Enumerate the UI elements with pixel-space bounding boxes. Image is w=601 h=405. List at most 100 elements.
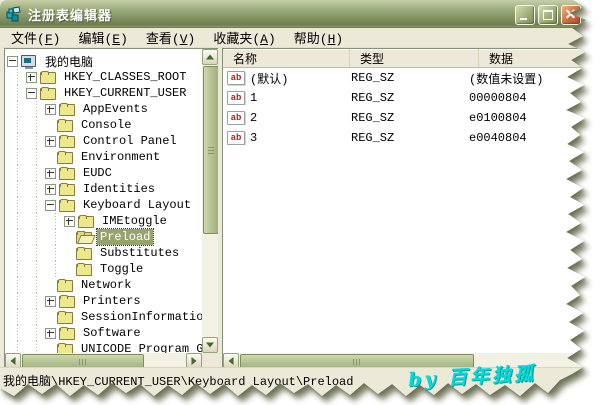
- column-header-type[interactable]: 类型: [350, 49, 479, 67]
- tree-item-label[interactable]: Substitutes: [97, 245, 182, 261]
- tree-vertical-scrollbar[interactable]: [202, 49, 219, 353]
- value-name-cell[interactable]: ab 3: [223, 131, 339, 145]
- tree-item[interactable]: IMEtoggle: [5, 213, 202, 229]
- tree-item[interactable]: HKEY_CLASSES_ROOT: [5, 69, 202, 85]
- value-name-cell[interactable]: ab 1: [223, 91, 339, 105]
- tree-item-label[interactable]: Console: [78, 117, 134, 133]
- status-path: 我的电脑\HKEY_CURRENT_USER\Keyboard Layout\P…: [3, 375, 353, 389]
- expand-plus-icon[interactable]: [45, 296, 56, 307]
- tree-item-label[interactable]: Keyboard Layout: [80, 197, 194, 213]
- collapse-minus-icon[interactable]: [7, 56, 18, 67]
- close-button[interactable]: [561, 5, 581, 25]
- status-bar: 我的电脑\HKEY_CURRENT_USER\Keyboard Layout\P…: [0, 367, 601, 405]
- tree-item-label[interactable]: UNICODE Program Gro: [78, 341, 202, 353]
- tree-item[interactable]: SessionInformation: [5, 309, 202, 325]
- registry-value-row[interactable]: ab (默认) REG_SZ (数值未设置): [223, 68, 600, 88]
- tree-item[interactable]: EUDC: [5, 165, 202, 181]
- tree-item[interactable]: Control Panel: [5, 133, 202, 149]
- maximize-button[interactable]: [538, 5, 558, 25]
- tree-item-label[interactable]: Printers: [80, 293, 144, 309]
- tree-item[interactable]: Printers: [5, 293, 202, 309]
- scroll-right-icon[interactable]: [584, 353, 600, 369]
- tree-item[interactable]: AppEvents: [5, 101, 202, 117]
- menu-F[interactable]: 文件(F): [2, 27, 69, 48]
- tree-guide-line: [5, 277, 24, 293]
- folder-icon: [59, 327, 75, 339]
- minimize-button[interactable]: [515, 5, 535, 25]
- tree-guide-line: [24, 245, 43, 261]
- tree-item-label[interactable]: AppEvents: [80, 101, 151, 117]
- tree-item[interactable]: 我的电脑: [5, 53, 202, 69]
- tree-item[interactable]: Keyboard Layout: [5, 197, 202, 213]
- folder-icon: [59, 199, 75, 211]
- computer-icon: [21, 55, 37, 67]
- expand-plus-icon[interactable]: [45, 168, 56, 179]
- value-name-cell[interactable]: ab (默认): [223, 70, 339, 87]
- expand-plus-icon[interactable]: [45, 184, 56, 195]
- tree-item[interactable]: Toggle: [5, 261, 202, 277]
- expand-plus-icon[interactable]: [45, 104, 56, 115]
- value-data-cell: (数值未设置): [457, 70, 600, 87]
- tree-item-label[interactable]: HKEY_CLASSES_ROOT: [61, 69, 189, 85]
- tree-item-label[interactable]: Preload: [97, 229, 153, 245]
- tree-item[interactable]: Identities: [5, 181, 202, 197]
- expand-plus-icon[interactable]: [64, 216, 75, 227]
- expand-plus-icon[interactable]: [45, 136, 56, 147]
- value-type-cell: REG_SZ: [339, 91, 457, 105]
- tree-item[interactable]: Substitutes: [5, 245, 202, 261]
- collapse-minus-icon[interactable]: [45, 200, 56, 211]
- string-value-icon: ab: [227, 131, 245, 145]
- column-header-data[interactable]: 数据: [479, 49, 600, 67]
- value-name: 2: [250, 111, 257, 125]
- tree-item[interactable]: Network: [5, 277, 202, 293]
- registry-value-row[interactable]: ab 3 REG_SZ e0040804: [223, 128, 600, 148]
- tree-item-label[interactable]: Environment: [78, 149, 163, 165]
- folder-icon: [57, 311, 73, 323]
- tree-guide-line: [24, 293, 43, 309]
- tree-guide-line: [5, 229, 24, 245]
- tree-item-label[interactable]: Toggle: [97, 261, 146, 277]
- column-header-name[interactable]: 名称: [223, 49, 350, 67]
- tree-item-label[interactable]: Network: [78, 277, 134, 293]
- tree-guide-line: [5, 197, 24, 213]
- expand-plus-icon[interactable]: [45, 328, 56, 339]
- tree-item[interactable]: HKEY_CURRENT_USER: [5, 85, 202, 101]
- tree-guide-line: [24, 213, 43, 229]
- tree-guide-line: [5, 245, 24, 261]
- tree-item-label[interactable]: IMEtoggle: [99, 213, 170, 229]
- tree-item[interactable]: Preload: [5, 229, 202, 245]
- tree-guide-line: [5, 69, 24, 85]
- tree-item-label[interactable]: EUDC: [80, 165, 115, 181]
- tree-item-label[interactable]: SessionInformation: [78, 309, 202, 325]
- tree-item-label[interactable]: Software: [80, 325, 144, 341]
- tree-item-label[interactable]: HKEY_CURRENT_USER: [61, 85, 189, 101]
- tree-item-label[interactable]: 我的电脑: [42, 52, 96, 71]
- registry-value-row[interactable]: ab 2 REG_SZ e0100804: [223, 108, 600, 128]
- scroll-up-icon[interactable]: [202, 49, 218, 65]
- tree-item-label[interactable]: Control Panel: [80, 133, 180, 149]
- menu-A[interactable]: 收藏夹(A): [204, 27, 284, 48]
- scroll-down-icon[interactable]: [202, 337, 218, 353]
- tree-item[interactable]: Console: [5, 117, 202, 133]
- registry-value-row[interactable]: ab 1 REG_SZ 00000804: [223, 88, 600, 108]
- tree-guide-line: [43, 245, 62, 261]
- tree-guide-line: [5, 325, 24, 341]
- menu-H[interactable]: 帮助(H): [285, 27, 352, 48]
- tree-vscroll-thumb[interactable]: [203, 66, 219, 234]
- value-data-cell: e0040804: [457, 131, 600, 145]
- tree-item[interactable]: Software: [5, 325, 202, 341]
- tree-item-label[interactable]: Identities: [80, 181, 158, 197]
- tree-item[interactable]: Environment: [5, 149, 202, 165]
- menu-E[interactable]: 编辑(E): [69, 27, 136, 48]
- expand-plus-icon[interactable]: [26, 72, 37, 83]
- regedit-window: 注册表编辑器 文件(F)编辑(E)查看(V)收藏夹(A)帮助(H) 我的电脑 H…: [0, 0, 601, 405]
- value-name-cell[interactable]: ab 2: [223, 111, 339, 125]
- menu-V[interactable]: 查看(V): [137, 27, 204, 48]
- torn-screenshot-shadow: 注册表编辑器 文件(F)编辑(E)查看(V)收藏夹(A)帮助(H) 我的电脑 H…: [0, 0, 601, 405]
- tree-item[interactable]: UNICODE Program Gro: [5, 341, 202, 353]
- registry-tree: 我的电脑 HKEY_CLASSES_ROOT HKEY_CURRENT_USER…: [5, 49, 202, 353]
- folder-icon: [40, 87, 56, 99]
- value-name: (默认): [250, 70, 288, 87]
- collapse-minus-icon[interactable]: [26, 88, 37, 99]
- tree-guide-line: [24, 149, 43, 165]
